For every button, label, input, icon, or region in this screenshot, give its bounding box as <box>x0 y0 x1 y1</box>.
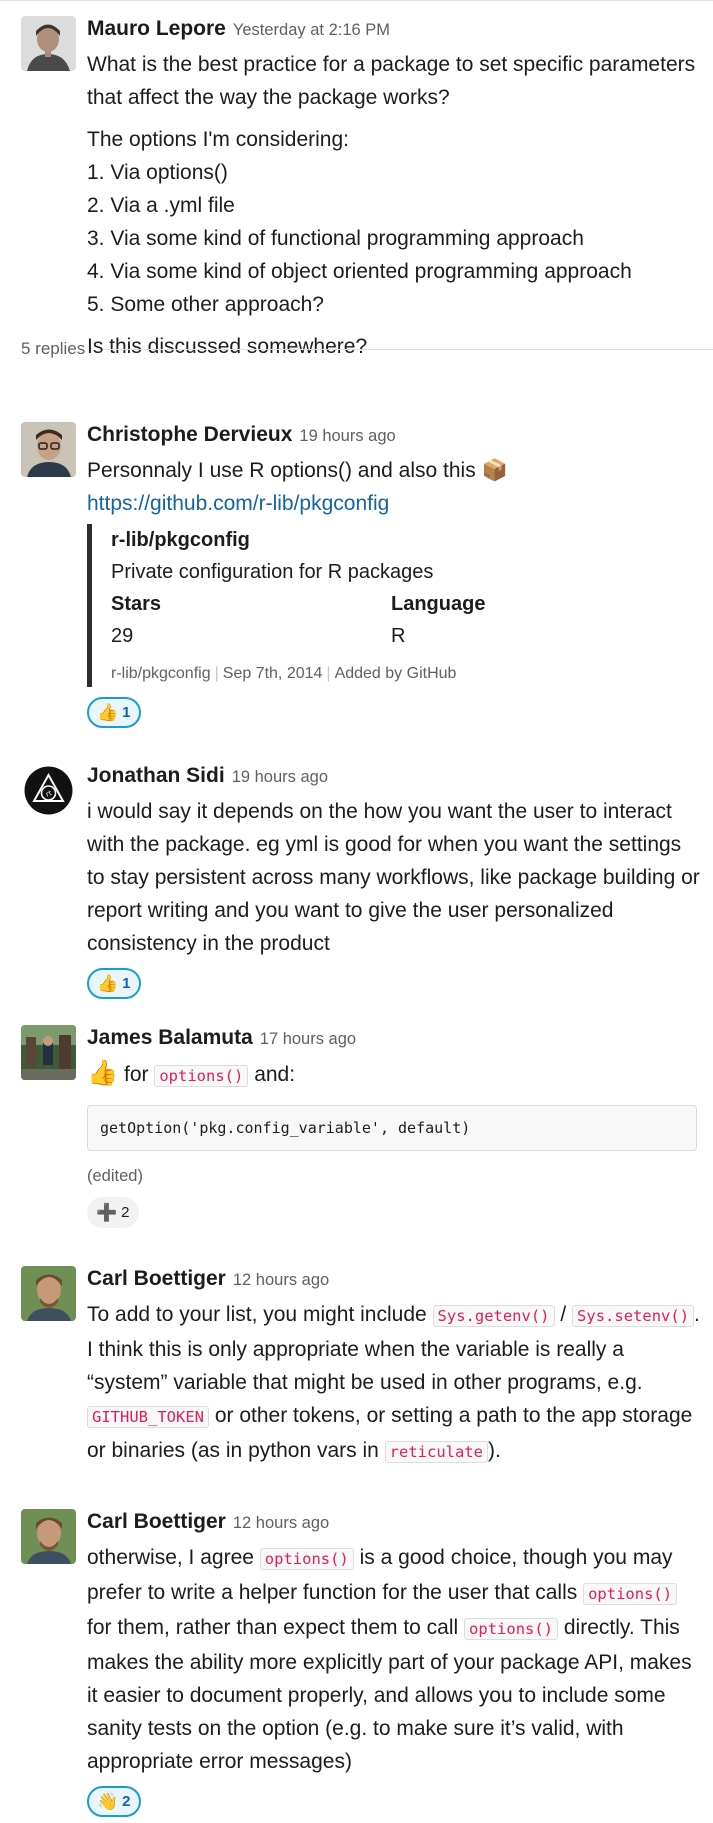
message-header: Mauro Lepore Yesterday at 2:16 PM <box>87 14 703 48</box>
message-body: What is the best practice for a package … <box>87 48 703 363</box>
author-name[interactable]: James Balamuta <box>87 1026 253 1049</box>
field-title: Stars <box>111 593 162 615</box>
unfurl-title[interactable]: r-lib/pkgconfig <box>111 524 671 556</box>
timestamp[interactable]: 19 hours ago <box>299 427 395 445</box>
reaction-count: 1 <box>122 975 131 992</box>
unfurl-field-stars: Stars 29 <box>111 588 391 652</box>
list-item: 3. Via some kind of functional programmi… <box>87 227 584 250</box>
field-value: R <box>391 625 406 647</box>
field-value: 29 <box>111 625 134 647</box>
unfurl-fields: Stars 29 Language R <box>111 588 671 652</box>
message-paragraph: The options I'm considering: <box>87 128 349 151</box>
inline-code: options() <box>154 1065 249 1087</box>
unfurl-field-language: Language R <box>391 588 671 652</box>
replies-count[interactable]: 5 replies <box>21 339 85 359</box>
reaction-thumbs-up[interactable]: 👍 1 <box>87 697 141 728</box>
edited-label: (edited) <box>87 1167 143 1185</box>
timestamp[interactable]: 17 hours ago <box>260 1030 356 1048</box>
code-block: getOption('pkg.config_variable', default… <box>87 1105 697 1151</box>
author-name[interactable]: Jonathan Sidi <box>87 764 225 787</box>
avatar[interactable] <box>21 1025 76 1080</box>
inline-code: Sys.setenv() <box>572 1305 695 1327</box>
reaction-count: 2 <box>122 1793 131 1810</box>
avatar[interactable] <box>21 422 76 477</box>
message-header: Carl Boettiger 12 hours ago <box>87 1507 703 1541</box>
message-body: 👍 for options() and: <box>87 1057 703 1093</box>
plus-icon: ➕ <box>96 1202 118 1222</box>
message-text: Personnaly I use R options() and also th… <box>87 459 476 482</box>
list-item: 4. Via some kind of object oriented prog… <box>87 260 632 283</box>
reaction-count: 1 <box>122 704 131 721</box>
list-item: 1. Via options() <box>87 161 228 184</box>
message-header: Jonathan Sidi 19 hours ago <box>87 761 703 795</box>
list-item: 2. Via a .yml file <box>87 194 235 217</box>
link-unfurl: r-lib/pkgconfig Private configuration fo… <box>87 524 671 687</box>
timestamp[interactable]: 12 hours ago <box>233 1271 329 1289</box>
timestamp[interactable]: 19 hours ago <box>232 768 328 786</box>
inline-code: options() <box>464 1618 559 1640</box>
inline-code: options() <box>259 1548 354 1570</box>
avatar[interactable]: rt <box>21 763 76 818</box>
thumbs-up-icon: 👍 <box>97 702 119 722</box>
reaction-plus[interactable]: ➕ 2 <box>87 1197 139 1228</box>
footer-separator: | <box>214 665 219 682</box>
message-text: / <box>560 1303 567 1326</box>
message-header: James Balamuta 17 hours ago <box>87 1023 703 1057</box>
message-text: and: <box>254 1063 296 1086</box>
divider-line <box>103 348 713 350</box>
message-paragraph: What is the best practice for a package … <box>87 53 696 109</box>
replies-divider: 5 replies <box>21 334 713 364</box>
field-title: Language <box>391 593 486 615</box>
github-link[interactable]: https://github.com/r-lib/pkgconfig <box>87 492 389 515</box>
message-text: To add to your list, you might include <box>87 1303 427 1326</box>
footer-date: Sep 7th, 2014 <box>222 665 323 682</box>
inline-code: reticulate <box>384 1441 488 1463</box>
inline-code: options() <box>583 1583 678 1605</box>
reaction-count: 2 <box>121 1204 130 1221</box>
unfurl-footer: r-lib/pkgconfig | Sep 7th, 2014 | Added by G… <box>111 661 671 687</box>
thumbs-up-emoji: 👍 <box>87 1059 119 1087</box>
inline-code: GITHUB_TOKEN <box>87 1406 209 1428</box>
author-name[interactable]: Carl Boettiger <box>87 1267 226 1290</box>
message-text: otherwise, I agree <box>87 1546 254 1569</box>
unfurl-description: Private configuration for R packages <box>111 561 434 583</box>
thumbs-up-icon: 👍 <box>97 973 119 993</box>
footer-separator: | <box>326 665 331 682</box>
package-emoji: 📦 <box>481 459 508 482</box>
message-text: for <box>123 1063 149 1086</box>
inline-code: Sys.getenv() <box>432 1305 555 1327</box>
list-item: 5. Some other approach? <box>87 293 324 316</box>
message-text: directly. This makes the ability more ex… <box>87 1616 692 1773</box>
message-header: Christophe Dervieux 19 hours ago <box>87 420 703 454</box>
message-body: To add to your list, you might include S… <box>87 1298 703 1469</box>
top-divider <box>0 0 713 1</box>
waving-hand-icon: 👋 <box>97 1791 119 1811</box>
footer-added-by: Added by GitHub <box>334 665 457 682</box>
message-body: i would say it depends on the how you wa… <box>87 800 700 955</box>
author-name[interactable]: Mauro Lepore <box>87 17 226 40</box>
reaction-thumbs-up[interactable]: 👍 1 <box>87 968 141 999</box>
reaction-wave[interactable]: 👋 2 <box>87 1786 141 1817</box>
message-header: Carl Boettiger 12 hours ago <box>87 1264 703 1298</box>
footer-source[interactable]: r-lib/pkgconfig <box>111 665 211 682</box>
timestamp[interactable]: Yesterday at 2:16 PM <box>233 21 390 39</box>
message-text: ). <box>487 1439 501 1462</box>
avatar[interactable] <box>21 1266 76 1321</box>
avatar[interactable] <box>21 1509 76 1564</box>
message-body: otherwise, I agree options() is a good c… <box>87 1541 703 1778</box>
message-body: Personnaly I use R options() and also th… <box>87 454 703 520</box>
avatar[interactable] <box>21 16 76 71</box>
timestamp[interactable]: 12 hours ago <box>233 1514 329 1532</box>
message-text: for them, rather than expect them to cal… <box>87 1616 459 1639</box>
author-name[interactable]: Christophe Dervieux <box>87 423 292 446</box>
author-name[interactable]: Carl Boettiger <box>87 1510 226 1533</box>
